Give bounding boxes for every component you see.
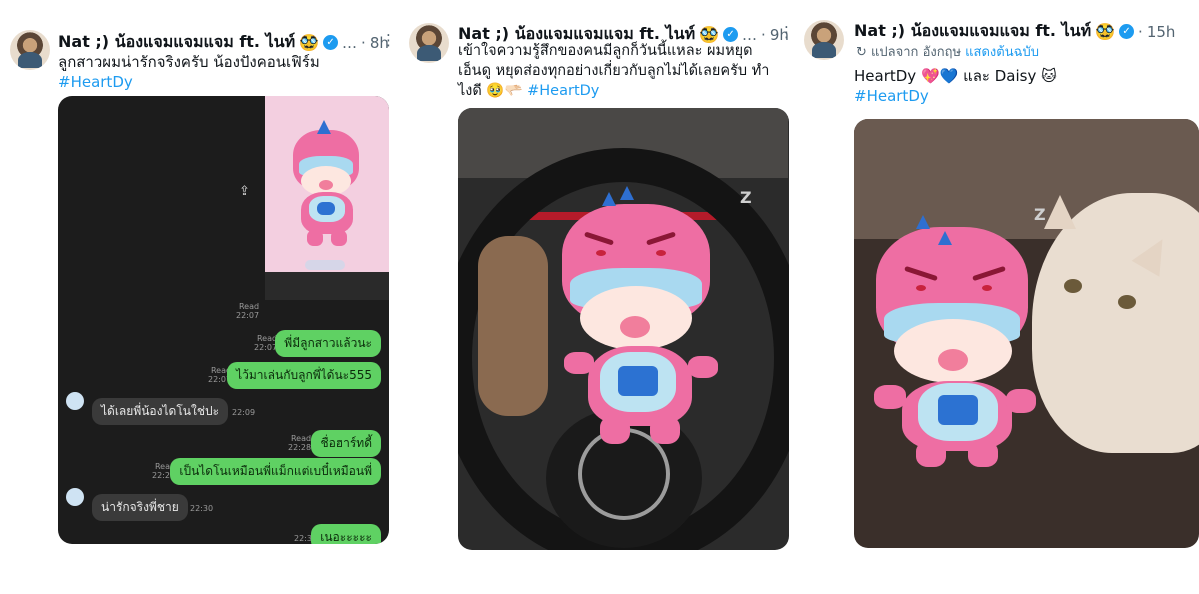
dino-figure bbox=[554, 186, 724, 446]
tweet-text: HeartDy 💖💙 และ Daisy 🐱 #HeartDy bbox=[854, 66, 1184, 106]
verified-icon: ✓ bbox=[723, 27, 739, 42]
tweet-body-line3: ไงดี 🥹🫳🏻 bbox=[458, 83, 523, 99]
tweet-3: Nat ;) น้องแจมแจมแจม ft. ไนท์ 🥸 ✓ · 15h … bbox=[800, 0, 1199, 594]
translation-bar: ↻ แปลจาก อังกฤษ แสดงต้นฉบับ bbox=[856, 41, 1039, 62]
tweet-body-line2: เอ็นดู หยุดส่องทุกอย่างเกี่ยวกับลูกไม่ได… bbox=[458, 63, 770, 79]
cat-ear bbox=[1044, 195, 1076, 229]
zz-icon: Z bbox=[740, 188, 752, 207]
translated-from: แปลจาก อังกฤษ bbox=[871, 45, 962, 60]
chat-message-sent: ไว้มาเล่นกับลูกพี่ได้นะ555 bbox=[227, 362, 381, 389]
tweet-time[interactable]: 15h bbox=[1147, 23, 1176, 41]
read-receipt: Read 22:28 bbox=[288, 434, 312, 452]
dino-and-cat-photo[interactable]: Z bbox=[854, 119, 1199, 548]
emoji: 🥸 bbox=[1095, 22, 1116, 41]
shared-image-preview[interactable] bbox=[265, 96, 389, 300]
avatar[interactable] bbox=[409, 23, 449, 63]
cat-eye bbox=[1118, 295, 1136, 309]
car-dino-photo[interactable]: Z bbox=[458, 108, 789, 550]
hashtag-link[interactable]: #HeartDy bbox=[854, 87, 929, 105]
tweet-body-line1: เข้าใจความรู้สึกของคนมีลูกก็วันนี้แหละ ผ… bbox=[458, 43, 753, 59]
cat-eye bbox=[1064, 279, 1082, 293]
message-time: 22:09 bbox=[232, 408, 256, 417]
verified-icon: ✓ bbox=[1119, 24, 1135, 39]
dot-separator: · bbox=[361, 33, 366, 52]
avatar[interactable] bbox=[804, 20, 844, 60]
chat-message-received: น่ารักจริงพี่ชาย bbox=[92, 494, 188, 521]
read-receipt: Read 22:07 bbox=[254, 334, 278, 352]
hand bbox=[478, 236, 548, 416]
message-time: 22:30 bbox=[190, 504, 214, 513]
verified-icon: ✓ bbox=[323, 35, 339, 50]
tweet-1: Nat ;) น้องแจมแจมแจม ft. ไนท์ 🥸 ✓ … · 8h… bbox=[0, 0, 400, 594]
hashtag-link[interactable]: #HeartDy bbox=[58, 73, 133, 91]
more-options-icon[interactable]: ⋮ bbox=[779, 23, 794, 41]
read-receipt: Read 22:07 bbox=[236, 302, 260, 320]
preview-button bbox=[305, 260, 345, 270]
tweet-body: HeartDy 💖💙 และ Daisy 🐱 bbox=[854, 67, 1057, 85]
chat-message-sent: ชื่อฮาร์ทดี้ bbox=[311, 430, 381, 457]
contact-avatar bbox=[66, 488, 84, 506]
dino-figure bbox=[287, 120, 367, 246]
share-icon[interactable]: ⇪ bbox=[239, 184, 250, 199]
chat-message-sent: เป็นไดโนเหมือนพี่แม็กแต่เบบี๋เหมือนพี่ bbox=[170, 458, 381, 485]
tweet-body: ลูกสาวผมน่ารักจริงครับ น้องปังคอนเฟิร์ม bbox=[58, 53, 320, 71]
avatar[interactable] bbox=[10, 30, 50, 70]
ellipsis: … bbox=[342, 33, 358, 52]
dot-separator: · bbox=[1138, 22, 1143, 41]
dino-figure bbox=[868, 215, 1038, 469]
tweet-text: ลูกสาวผมน่ารักจริงครับ น้องปังคอนเฟิร์ม … bbox=[58, 52, 388, 92]
contact-avatar bbox=[66, 392, 84, 410]
preview-toolbar bbox=[265, 272, 389, 300]
hashtag-link[interactable]: #HeartDy bbox=[527, 83, 599, 99]
chat-message-sent: เนอะะะะะ bbox=[311, 524, 381, 544]
chat-screenshot-image[interactable]: ⇪ Read 22:07 Read 22:07 พี่มีลูกสาวแล้วนะ … bbox=[58, 96, 389, 544]
tweet-text: เข้าใจความรู้สึกของคนมีลูกก็วันนี้แหละ ผ… bbox=[458, 41, 798, 101]
more-options-icon[interactable]: ⋮ bbox=[381, 31, 396, 49]
translate-icon: ↻ bbox=[856, 45, 867, 60]
chat-message-sent: พี่มีลูกสาวแล้วนะ bbox=[275, 330, 381, 357]
chat-message-received: ได้เลยพี่น้องไดโนใช่ปะ bbox=[92, 398, 229, 425]
tweet-2: Nat ;) น้องแจมแจมแจม ft. ไนท์ 🥸 ✓ … · 9h… bbox=[405, 0, 800, 594]
emoji: 🥸 bbox=[299, 33, 320, 52]
show-original-link[interactable]: แสดงต้นฉบับ bbox=[965, 45, 1039, 60]
